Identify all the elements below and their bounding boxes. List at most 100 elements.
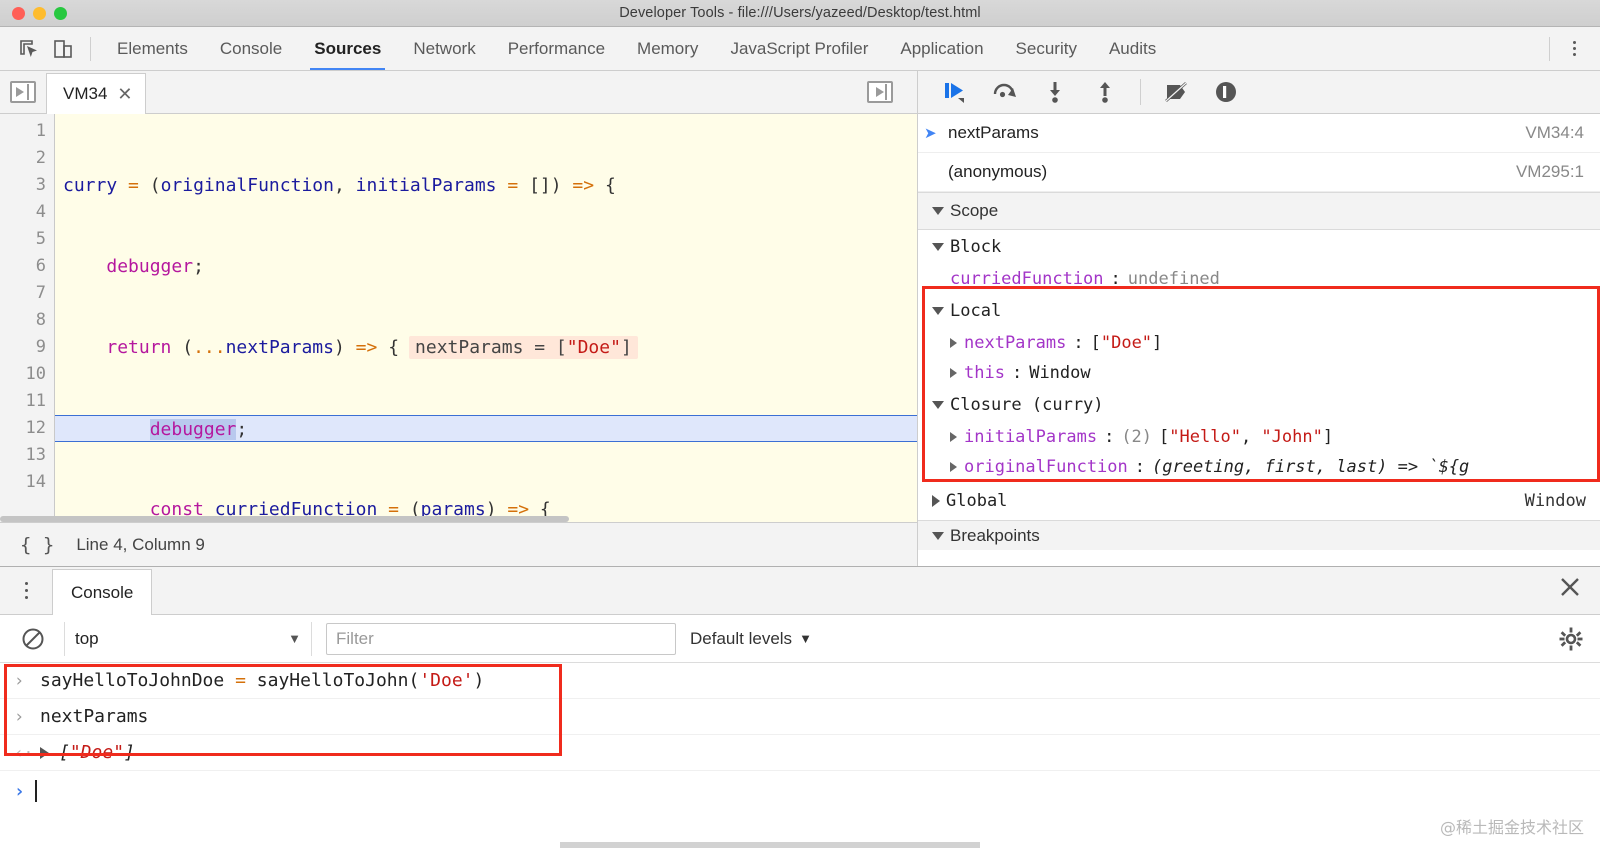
line-number-gutter: 1 2 3 4 5 6 7 8 9 10 11 12 13 14 (0, 114, 55, 522)
tab-performance[interactable]: Performance (492, 27, 621, 70)
line-number: 7 (35, 283, 46, 303)
tab-console-drawer[interactable]: Console (52, 569, 153, 615)
scope-group-block[interactable]: Block (918, 230, 1600, 264)
console-context-selector[interactable]: top ▼ (64, 621, 312, 656)
breakpoints-header-label: Breakpoints (950, 525, 1040, 545)
call-frame-name: nextParams (948, 123, 1039, 142)
editor-horizontal-scrollbar[interactable] (0, 516, 917, 522)
code-content[interactable]: curry = (originalFunction, initialParams… (55, 114, 917, 522)
expand-triangle-icon[interactable] (40, 746, 49, 759)
scope-row-curriedfunction[interactable]: curriedFunction: undefined (918, 264, 1600, 294)
scope-section-header[interactable]: Scope (918, 192, 1600, 230)
tab-elements[interactable]: Elements (101, 27, 204, 70)
call-frame-location: VM295:1 (1515, 162, 1584, 181)
scope-global-value: Window (1524, 491, 1586, 511)
show-navigator-icon[interactable] (0, 70, 46, 113)
scope-header-label: Scope (950, 201, 999, 220)
line-number: 3 (35, 175, 46, 195)
step-into-icon[interactable] (1032, 71, 1078, 114)
close-window-button[interactable] (12, 6, 25, 20)
chevron-down-icon: ▼ (288, 631, 301, 646)
scope-row-this[interactable]: this: Window (918, 358, 1600, 388)
scope-prop-value: ["Hello", "John"] (1159, 427, 1334, 447)
console-drawer: Console top ▼ Default levels (0, 566, 1600, 848)
tab-audits[interactable]: Audits (1093, 27, 1172, 70)
step-over-icon[interactable] (982, 71, 1028, 114)
device-toolbar-icon[interactable] (46, 34, 80, 64)
code-editor[interactable]: 1 2 3 4 5 6 7 8 9 10 11 12 13 14 curry =… (0, 114, 917, 522)
scope-group-label: Local (950, 301, 1002, 321)
editor-tabstrip-right (857, 70, 917, 113)
line-number: 6 (35, 256, 46, 276)
console-input-message[interactable]: › nextParams (0, 699, 1600, 735)
console-text-caret (34, 780, 37, 802)
chevron-right-icon[interactable] (950, 462, 957, 472)
scope-group-closure-curry[interactable]: Closure (curry) (918, 388, 1600, 422)
scope-prop-name: curriedFunction (950, 269, 1104, 289)
scope-row-nextparams[interactable]: nextParams: ["Doe"] (918, 328, 1600, 358)
scope-group-global[interactable]: Global Window (918, 482, 1600, 520)
console-context-value: top (75, 628, 99, 648)
chevron-right-icon[interactable] (950, 432, 957, 442)
console-input-chevron-icon: › (14, 706, 25, 727)
tab-application[interactable]: Application (884, 27, 999, 70)
console-message-text: ["Doe"] (59, 742, 135, 763)
code-line-1: curry = (originalFunction, initialParams… (63, 175, 616, 196)
watermark-label: @稀土掘金技术社区 (1439, 818, 1584, 837)
console-output-message[interactable]: ‹· ["Doe"] (0, 735, 1600, 771)
chevron-right-icon[interactable] (950, 338, 957, 348)
step-out-icon[interactable] (1082, 71, 1128, 114)
console-filter-input[interactable] (326, 622, 676, 655)
devtools-window: Developer Tools - file:///Users/yazeed/D… (0, 0, 1600, 848)
chevron-right-icon[interactable] (950, 368, 957, 378)
console-input-message[interactable]: › sayHelloToJohnDoe = sayHelloToJohn('Do… (0, 663, 1600, 699)
close-icon[interactable] (1558, 575, 1582, 604)
tabbar-divider (90, 36, 91, 61)
pretty-print-braces-icon[interactable]: { } (20, 534, 54, 556)
console-message-text: sayHelloToJohnDoe = sayHelloToJohn('Doe'… (40, 670, 485, 691)
tab-memory[interactable]: Memory (621, 27, 714, 70)
debugger-toolbar-divider (1140, 79, 1141, 105)
console-levels-selector[interactable]: Default levels ▼ (690, 629, 812, 649)
chevron-right-icon[interactable] (932, 495, 940, 507)
tab-javascript-profiler[interactable]: JavaScript Profiler (714, 27, 884, 70)
scope-group-local[interactable]: Local (918, 294, 1600, 328)
tab-security[interactable]: Security (1000, 27, 1093, 70)
close-icon[interactable]: ✕ (117, 85, 132, 103)
current-frame-arrow-icon: ➤ (924, 124, 937, 142)
show-debugger-icon[interactable] (857, 70, 903, 113)
more-vertical-icon[interactable] (1560, 41, 1588, 56)
code-line-2: debugger; (106, 256, 204, 277)
resume-icon[interactable] (932, 71, 978, 114)
devtools-main-tabbar: Elements Console Sources Network Perform… (0, 27, 1600, 71)
inspect-element-icon[interactable] (12, 34, 46, 64)
breakpoints-section-header[interactable]: Breakpoints (918, 520, 1600, 550)
console-message-text: nextParams (40, 706, 149, 727)
tab-network[interactable]: Network (397, 27, 491, 70)
zoom-window-button[interactable] (54, 6, 67, 20)
code-line-4: debugger; (55, 415, 917, 442)
call-frame-row[interactable]: (anonymous) VM295:1 (918, 153, 1600, 192)
window-titlebar: Developer Tools - file:///Users/yazeed/D… (0, 0, 1600, 27)
line-number: 2 (35, 148, 46, 168)
call-frame-row[interactable]: ➤ nextParams VM34:4 (918, 114, 1600, 153)
deactivate-breakpoints-icon[interactable] (1153, 71, 1199, 114)
console-prompt-chevron-icon: › (14, 780, 25, 802)
console-horizontal-scrollbar[interactable] (560, 842, 980, 848)
line-number: 11 (25, 391, 46, 411)
scope-row-originalfunction[interactable]: originalFunction: (greeting, first, last… (918, 452, 1600, 482)
gear-icon[interactable] (1558, 626, 1584, 652)
tab-sources[interactable]: Sources (298, 27, 397, 70)
console-prompt[interactable]: › (0, 771, 1600, 811)
inline-value-hint: nextParams = ["Doe"] (409, 336, 638, 359)
debugger-toolbar (918, 71, 1600, 114)
file-tab-vm34[interactable]: VM34 ✕ (46, 73, 146, 114)
more-vertical-icon[interactable] (0, 566, 52, 614)
scope-row-initialparams[interactable]: initialParams: (2) ["Hello", "John"] (918, 422, 1600, 452)
pause-on-exceptions-icon[interactable] (1203, 71, 1249, 114)
console-levels-label: Default levels (690, 628, 793, 648)
clear-console-icon[interactable] (16, 622, 50, 656)
minimize-window-button[interactable] (33, 6, 46, 20)
devtools-tabs: Elements Console Sources Network Perform… (101, 27, 1172, 70)
tab-console[interactable]: Console (204, 27, 298, 70)
